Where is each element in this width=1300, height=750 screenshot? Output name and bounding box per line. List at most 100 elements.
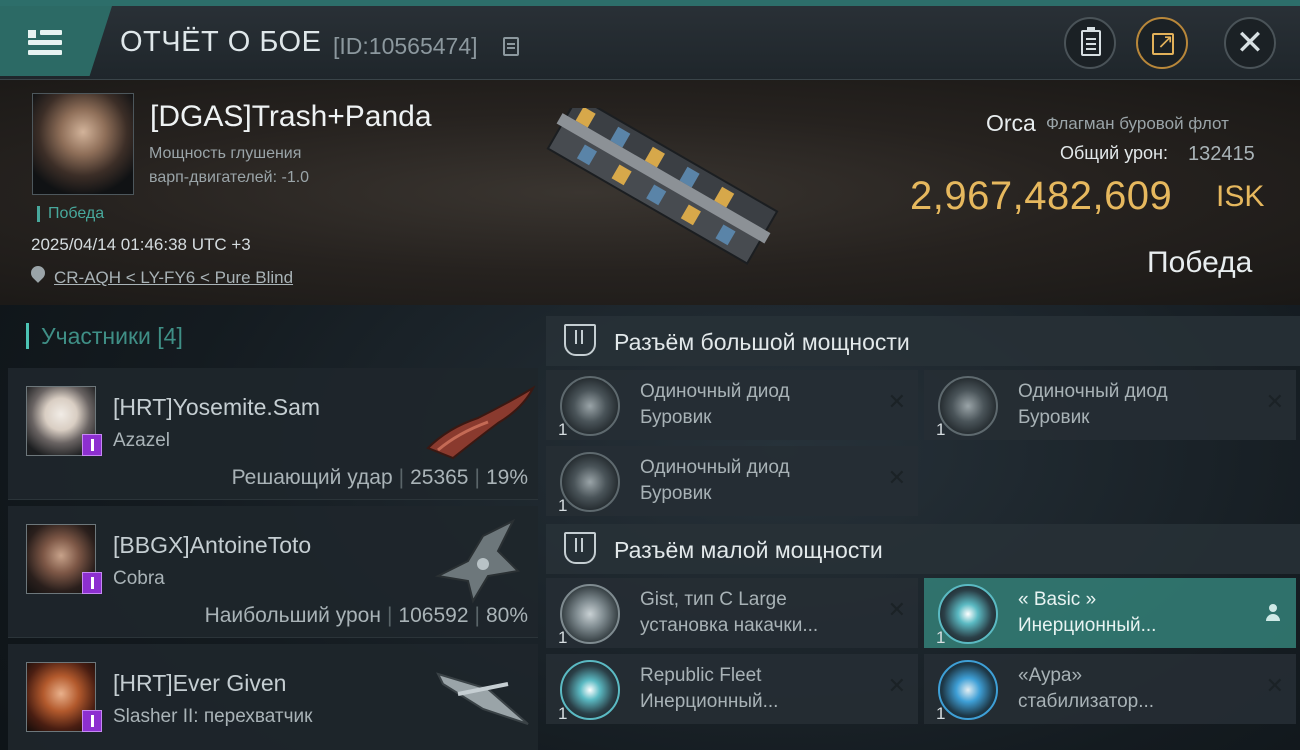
inertia-stabilizer-icon (938, 584, 998, 644)
participants-header[interactable]: Участники [4] (26, 323, 183, 349)
menu-icon (28, 30, 36, 38)
high-slot-header: Разъём большой мощности (546, 316, 1300, 366)
module-name-line1: Одиночный диод (640, 457, 790, 478)
high-slot-icon (564, 324, 596, 356)
participant-name: [HRT]Yosemite.Sam (113, 394, 321, 420)
status-badge: Победа (37, 206, 104, 222)
module-quantity: 1 (558, 420, 568, 439)
participant-ship: Slasher II: перехватчик (113, 706, 313, 727)
close-icon: ✕ (1235, 23, 1265, 63)
participant-ship: Azazel (113, 430, 171, 451)
module-item[interactable]: 1 Republic Fleet Инерционный... ✕ (546, 654, 918, 724)
destroyed-icon: ✕ (887, 390, 906, 415)
victim-name[interactable]: [DGAS]Trash+Panda (150, 100, 432, 134)
participant-card[interactable]: [HRT]Ever Given Slasher II: перехватчик (8, 644, 538, 750)
participant-ship-image (434, 518, 521, 604)
battle-report-screen: ОТЧЁТ О БОЕ [ID:10565474] ✕ [DGAS]Trash+… (0, 0, 1300, 750)
destroyed-icon: ✕ (1265, 390, 1284, 415)
menu-icon-bar (28, 50, 62, 55)
participant-role: Решающий удар (231, 466, 393, 489)
mining-laser-icon (938, 376, 998, 436)
menu-icon-bar (40, 30, 62, 35)
pilot-role-icon (82, 572, 102, 594)
participant-name: [HRT]Ever Given (113, 670, 287, 696)
pilot-role-icon (82, 710, 102, 732)
module-name: «Аура» стабилизатор... (1018, 663, 1248, 715)
module-quantity: 1 (936, 628, 946, 647)
high-slot-title: Разъём большой мощности (614, 329, 910, 355)
module-name-line2: Инерционный... (1018, 615, 1157, 636)
module-name: Одиночный диод Буровик (1018, 379, 1248, 431)
module-name: Gist, тип C Large установка накачки... (640, 587, 870, 639)
participant-ship-image (426, 385, 536, 460)
participant-card[interactable]: [HRT]Yosemite.Sam Azazel Решающий удар | 2… (8, 368, 538, 500)
clipboard-icon (1081, 27, 1101, 56)
isk-unit: ISK (1216, 180, 1265, 213)
victim-stat-value: варп-двигателей: -1.0 (149, 169, 310, 186)
stabilizer-icon (938, 660, 998, 720)
module-name-line1: Gist, тип C Large (640, 589, 787, 610)
module-quantity: 1 (558, 496, 568, 515)
victim-avatar[interactable] (32, 93, 134, 195)
module-item[interactable]: 1 Gist, тип C Large установка накачки...… (546, 578, 918, 648)
page-title: ОТЧЁТ О БОЕ (120, 26, 322, 58)
menu-icon-bar (28, 40, 62, 45)
module-name-line1: «Аура» (1018, 665, 1083, 686)
shield-extender-icon (560, 584, 620, 644)
participant-role: Наибольший урон (204, 604, 381, 627)
participant-card[interactable]: [BBGX]AntoineToto Cobra Наибольший урон |… (8, 506, 538, 638)
participant-damage: 106592 (398, 604, 469, 627)
total-damage-label: Общий урон: (1060, 143, 1168, 163)
inertia-stabilizer-icon (560, 660, 620, 720)
top-bar: ОТЧЁТ О БОЕ [ID:10565474] ✕ (0, 0, 1300, 80)
module-name: Republic Fleet Инерционный... (640, 663, 870, 715)
menu-button[interactable] (0, 6, 112, 76)
pilot-role-icon (82, 434, 102, 456)
module-quantity: 1 (558, 628, 568, 647)
module-name-line1: « Basic » (1018, 589, 1097, 610)
module-item[interactable]: 1 Одиночный диод Буровик ✕ (546, 370, 918, 440)
participant-percent: 80% (485, 604, 528, 627)
victim-ship-class: Флагман буровой флот (1046, 114, 1229, 133)
module-name: Одиночный диод Буровик (640, 379, 870, 431)
module-name-line1: Одиночный диод (640, 381, 790, 402)
participant-stats: Решающий удар | 25365 | 19% (231, 466, 528, 489)
location-link[interactable]: CR-AQH < LY-FY6 < Pure Blind (54, 268, 293, 288)
module-name-line2: Буровик (640, 483, 712, 504)
dropped-person-icon (1266, 604, 1280, 622)
low-slot-icon (564, 532, 596, 564)
participant-ship: Cobra (113, 568, 165, 589)
participant-damage: 25365 (410, 466, 469, 489)
destroyed-icon: ✕ (887, 466, 906, 491)
participant-ship-image (436, 672, 529, 725)
victim-ship-name: Orca (986, 110, 1036, 136)
destroyed-icon: ✕ (887, 598, 906, 623)
close-button[interactable]: ✕ (1224, 17, 1276, 69)
share-button[interactable] (1136, 17, 1188, 69)
header-accent-stripe (0, 0, 1300, 6)
low-slot-header: Разъём малой мощности (546, 524, 1300, 574)
mining-laser-icon (560, 376, 620, 436)
module-name: Одиночный диод Буровик (640, 455, 870, 507)
destroyed-icon: ✕ (887, 674, 906, 699)
battle-id: [ID:10565474] (333, 33, 478, 59)
module-name-line2: установка накачки... (640, 615, 819, 636)
report-log-button[interactable] (1064, 17, 1116, 69)
battle-datetime: 2025/04/14 01:46:38 UTC +3 (31, 235, 251, 254)
battle-result: Победа (1147, 246, 1253, 279)
module-quantity: 1 (936, 420, 946, 439)
copy-icon[interactable] (503, 37, 519, 56)
module-item[interactable]: 1 «Аура» стабилизатор... ✕ (924, 654, 1296, 724)
module-item[interactable]: 1 Одиночный диод Буровик ✕ (546, 446, 918, 516)
total-damage-value: 132415 (1188, 143, 1255, 165)
module-name-line1: Одиночный диод (1018, 381, 1168, 402)
mining-laser-icon (560, 452, 620, 512)
victim-ship-image (546, 108, 779, 265)
isk-value: 2,967,482,609 (910, 174, 1173, 218)
module-name-line2: Буровик (640, 407, 712, 428)
module-name-line2: Инерционный... (640, 691, 779, 712)
participant-name: [BBGX]AntoineToto (113, 532, 312, 558)
participant-stats: Наибольший урон | 106592 | 80% (204, 604, 528, 627)
module-item[interactable]: 1 « Basic » Инерционный... (924, 578, 1296, 648)
module-item[interactable]: 1 Одиночный диод Буровик ✕ (924, 370, 1296, 440)
